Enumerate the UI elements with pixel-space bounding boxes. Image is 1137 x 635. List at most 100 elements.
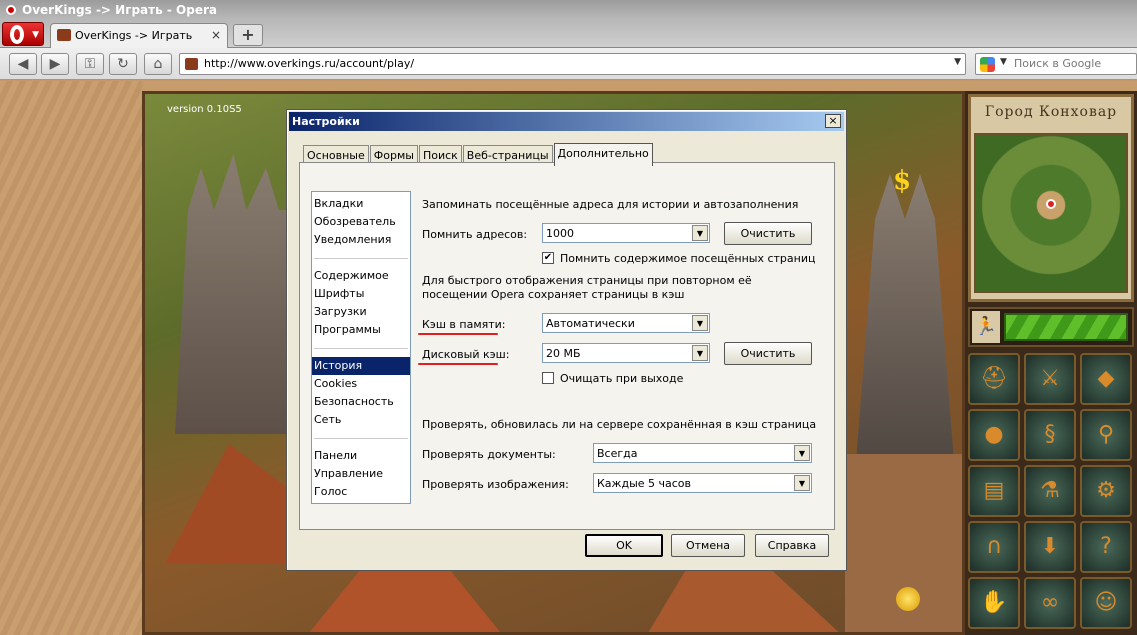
category-fonts[interactable]: Шрифты — [312, 285, 410, 303]
city-minimap-box: Город Конховар — [968, 94, 1134, 302]
cache-note-line2: посещении Opera сохраняет страницы в кэш — [422, 288, 685, 301]
disk-cache-value: 20 МБ — [546, 347, 581, 360]
category-voice[interactable]: Голос — [312, 483, 410, 501]
category-list[interactable]: Вкладки Обозреватель Уведомления Содержи… — [311, 191, 411, 504]
arrow-down-icon[interactable]: ⬇ — [1024, 521, 1076, 573]
memory-cache-select[interactable]: Автоматически ▼ — [542, 313, 710, 333]
remember-content-label: Помнить содержимое посещённых страниц — [560, 252, 816, 265]
clear-history-button[interactable]: Очистить — [724, 222, 812, 245]
page-background — [0, 81, 142, 635]
category-network[interactable]: Сеть — [312, 411, 410, 429]
address-dropdown-icon[interactable]: ▼ — [954, 57, 961, 67]
binoculars-icon[interactable]: ∞ — [1024, 577, 1076, 629]
energy-progress — [1004, 313, 1128, 341]
door-icon[interactable]: ∩ — [968, 521, 1020, 573]
armor-icon[interactable]: ⚔ — [1024, 353, 1076, 405]
new-tab-button[interactable]: + — [233, 24, 263, 46]
gears-icon[interactable]: ⚙ — [1080, 465, 1132, 517]
category-cookies[interactable]: Cookies — [312, 375, 410, 393]
game-version: version 0.10S5 — [167, 104, 242, 115]
check-documents-select[interactable]: Всегда ▼ — [593, 443, 812, 463]
category-notifications[interactable]: Уведомления — [312, 231, 410, 249]
settings-dialog: Настройки × Основные Формы Поиск Веб-стр… — [286, 109, 847, 571]
window-title-bar: OverKings -> Играть - Opera — [0, 0, 1137, 20]
cards-icon[interactable]: ▤ — [968, 465, 1020, 517]
memory-cache-value: Автоматически — [546, 317, 635, 330]
search-engine-dropdown-icon[interactable]: ▼ — [1000, 57, 1007, 67]
category-shortcuts[interactable]: Управление — [312, 465, 410, 483]
disk-cache-select[interactable]: 20 МБ ▼ — [542, 343, 710, 363]
category-content[interactable]: Содержимое — [312, 267, 410, 285]
category-security[interactable]: Безопасность — [312, 393, 410, 411]
house-roof — [645, 564, 845, 632]
disk-cache-label: Дисковый кэш: — [422, 348, 510, 361]
ok-button[interactable]: OK — [585, 534, 663, 557]
check-documents-value: Всегда — [597, 447, 638, 460]
clear-on-exit-label: Очищать при выходе — [560, 372, 684, 385]
potion-icon[interactable]: ⚗ — [1024, 465, 1076, 517]
tab-overkings[interactable]: OverKings -> Играть × — [50, 23, 228, 48]
chevron-down-icon[interactable]: ▼ — [692, 225, 708, 241]
tab-strip: ▼ OverKings -> Играть × + — [0, 20, 1137, 48]
chevron-down-icon[interactable]: ▼ — [692, 315, 708, 331]
clear-disk-cache-button[interactable]: Очистить — [724, 342, 812, 365]
category-browsing[interactable]: Обозреватель — [312, 213, 410, 231]
tab-advanced[interactable]: Дополнительно — [553, 143, 653, 166]
wand-key-button[interactable]: ⚿ — [76, 53, 104, 75]
portrait-icon[interactable]: ☺ — [1080, 577, 1132, 629]
chevron-down-icon[interactable]: ▼ — [692, 345, 708, 361]
cloak-icon[interactable]: ◆ — [1080, 353, 1132, 405]
clear-on-exit-checkbox[interactable] — [542, 372, 554, 384]
city-minimap[interactable] — [974, 133, 1128, 293]
check-images-value: Каждые 5 часов — [597, 477, 692, 490]
remember-content-checkbox[interactable]: ✔ — [542, 252, 554, 264]
chevron-down-icon[interactable]: ▼ — [794, 445, 810, 461]
dialog-title: Настройки — [292, 115, 360, 128]
tab-close-icon[interactable]: × — [211, 28, 221, 42]
energy-bar: 🏃 — [968, 307, 1134, 347]
forward-button[interactable]: ▶ — [41, 53, 69, 75]
remember-addresses-select[interactable]: 1000 ▼ — [542, 223, 710, 243]
dialog-close-icon[interactable]: × — [825, 114, 841, 128]
helmet-icon[interactable]: ⛑ — [968, 353, 1020, 405]
check-server-note: Проверять, обновилась ли на сервере сохр… — [422, 418, 817, 431]
category-separator — [312, 429, 410, 447]
help-question-icon[interactable]: ? — [1080, 521, 1132, 573]
memory-cache-label: Кэш в памяти: — [422, 318, 506, 331]
back-button[interactable]: ◀ — [9, 53, 37, 75]
help-button[interactable]: Справка — [755, 534, 829, 557]
scroll-icon[interactable]: § — [1024, 409, 1076, 461]
chevron-down-icon[interactable]: ▼ — [794, 475, 810, 491]
site-favicon-icon — [57, 29, 71, 41]
magnifier-icon[interactable]: ⚲ — [1080, 409, 1132, 461]
category-history[interactable]: История — [312, 357, 410, 375]
search-field[interactable]: ▼ Поиск в Google — [975, 53, 1137, 75]
gold-symbol-icon[interactable]: $ — [893, 166, 911, 196]
game-action-grid: ⛑ ⚔ ◆ ● § ⚲ ▤ ⚗ ⚙ ∩ ⬇ ? ✋ ∞ ☺ — [968, 353, 1134, 629]
treasure-icon[interactable]: ● — [968, 409, 1020, 461]
gauntlet-icon[interactable]: ✋ — [968, 577, 1020, 629]
category-downloads[interactable]: Загрузки — [312, 303, 410, 321]
game-side-panel: Город Конховар 🏃 ⛑ ⚔ ◆ ● § ⚲ ▤ ⚗ ⚙ ∩ ⬇ ?… — [965, 91, 1137, 635]
reload-button[interactable]: ↻ — [109, 53, 137, 75]
tower-building[interactable] — [855, 174, 955, 474]
google-icon[interactable] — [980, 57, 995, 72]
check-images-select[interactable]: Каждые 5 часов ▼ — [593, 473, 812, 493]
location-pin-icon — [1046, 199, 1056, 209]
category-separator — [312, 339, 410, 357]
category-programs[interactable]: Программы — [312, 321, 410, 339]
check-documents-label: Проверять документы: — [422, 448, 556, 461]
dialog-title-bar: Настройки × — [289, 112, 844, 131]
home-button[interactable]: ⌂ — [144, 53, 172, 75]
address-field[interactable]: http://www.overkings.ru/account/play/ ▼ — [179, 53, 966, 75]
coin-icon[interactable] — [896, 587, 920, 611]
search-placeholder: Поиск в Google — [1014, 57, 1102, 70]
history-section-label: Запоминать посещённые адреса для истории… — [422, 198, 799, 211]
advanced-tab-panel: Вкладки Обозреватель Уведомления Содержи… — [299, 162, 835, 530]
cancel-button[interactable]: Отмена — [671, 534, 745, 557]
category-toolbars[interactable]: Панели — [312, 447, 410, 465]
opera-logo-icon — [6, 5, 16, 15]
category-tabs[interactable]: Вкладки — [312, 195, 410, 213]
address-url: http://www.overkings.ru/account/play/ — [204, 57, 415, 70]
opera-menu-button[interactable]: ▼ — [2, 22, 44, 46]
